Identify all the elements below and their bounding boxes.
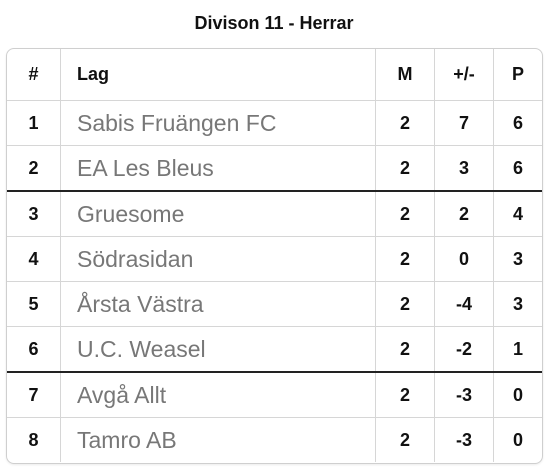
table-row: 7 Avgå Allt 2 -3 0 <box>7 372 542 418</box>
row-rank: 5 <box>7 281 61 327</box>
row-diff: -4 <box>434 281 494 327</box>
table-row: 4 Södrasidan 2 0 3 <box>7 236 542 282</box>
row-diff: 7 <box>434 100 494 146</box>
table-row: 1 Sabis Fruängen FC 2 7 6 <box>7 100 542 146</box>
header-rank: # <box>7 49 61 101</box>
table-row: 8 Tamro AB 2 -3 0 <box>7 417 542 462</box>
table-row: 2 EA Les Bleus 2 3 6 <box>7 145 542 192</box>
header-diff: +/- <box>434 49 494 101</box>
row-rank: 2 <box>7 145 61 192</box>
row-points: 6 <box>493 100 542 146</box>
row-points: 4 <box>493 191 542 237</box>
row-diff: 3 <box>434 145 494 192</box>
row-matches: 2 <box>375 145 435 192</box>
row-matches: 2 <box>375 417 435 462</box>
row-team[interactable]: U.C. Weasel <box>60 326 376 373</box>
row-matches: 2 <box>375 236 435 282</box>
row-matches: 2 <box>375 100 435 146</box>
row-diff: -2 <box>434 326 494 373</box>
row-rank: 4 <box>7 236 61 282</box>
row-rank: 8 <box>7 417 61 462</box>
row-diff: 0 <box>434 236 494 282</box>
row-team[interactable]: EA Les Bleus <box>60 145 376 192</box>
header-matches: M <box>375 49 435 101</box>
table-row: 6 U.C. Weasel 2 -2 1 <box>7 326 542 373</box>
row-matches: 2 <box>375 191 435 237</box>
row-rank: 1 <box>7 100 61 146</box>
row-rank: 6 <box>7 326 61 373</box>
row-points: 0 <box>493 372 542 418</box>
row-team[interactable]: Årsta Västra <box>60 281 376 327</box>
row-matches: 2 <box>375 281 435 327</box>
row-points: 3 <box>493 236 542 282</box>
row-team[interactable]: Avgå Allt <box>60 372 376 418</box>
row-matches: 2 <box>375 326 435 373</box>
table-row: 3 Gruesome 2 2 4 <box>7 191 542 237</box>
row-points: 1 <box>493 326 542 373</box>
header-team: Lag <box>60 49 376 101</box>
row-team[interactable]: Sabis Fruängen FC <box>60 100 376 146</box>
row-matches: 2 <box>375 372 435 418</box>
row-team[interactable]: Gruesome <box>60 191 376 237</box>
row-diff: -3 <box>434 372 494 418</box>
row-rank: 7 <box>7 372 61 418</box>
standings-table: # Lag M +/- P 1 Sabis Fruängen FC 2 7 6 … <box>6 48 543 464</box>
table-row: 5 Årsta Västra 2 -4 3 <box>7 281 542 327</box>
row-diff: -3 <box>434 417 494 462</box>
row-points: 0 <box>512 429 523 450</box>
row-team[interactable]: Tamro AB <box>60 417 376 462</box>
row-team[interactable]: Södrasidan <box>60 236 376 282</box>
table-title: Divison 11 - Herrar <box>194 13 354 33</box>
row-rank: 3 <box>7 191 61 237</box>
row-points: 6 <box>493 145 542 192</box>
header-points: P <box>493 49 542 101</box>
row-points: 3 <box>493 281 542 327</box>
row-diff: 2 <box>434 191 494 237</box>
header-row: # Lag M +/- P <box>7 49 542 101</box>
